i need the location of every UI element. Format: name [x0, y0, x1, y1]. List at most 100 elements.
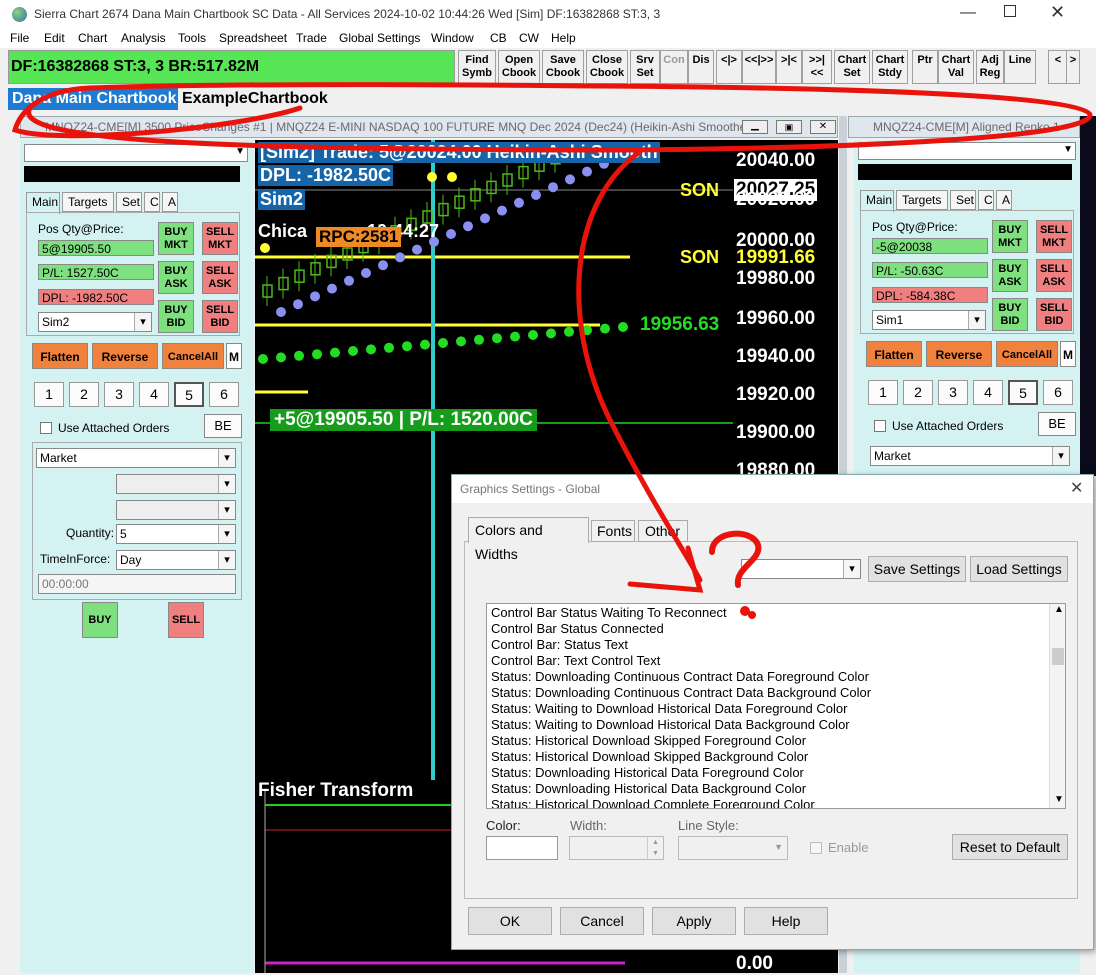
panel-tab-targets[interactable]: Targets — [62, 192, 114, 212]
cancel-all-button[interactable]: CancelAll — [162, 343, 224, 369]
list-item[interactable]: Status: Downloading Historical Data Back… — [491, 781, 806, 796]
chart-minimize-icon[interactable]: ▁ — [742, 120, 768, 134]
chart-restore-icon[interactable]: ▣ — [776, 120, 802, 134]
price-select-1[interactable] — [116, 474, 236, 494]
close-icon[interactable]: ✕ — [1050, 2, 1065, 23]
menu-item-chart[interactable]: Chart — [78, 31, 107, 45]
list-item[interactable]: Status: Downloading Continuous Contract … — [491, 669, 869, 684]
qty-button-3[interactable]: 3 — [938, 380, 968, 405]
attached-orders-checkbox[interactable] — [874, 420, 886, 432]
sell-mkt-button[interactable]: SELL MKT — [202, 222, 238, 255]
list-item[interactable]: Status: Historical Download Skipped Back… — [491, 749, 808, 764]
enable-checkbox[interactable] — [810, 842, 822, 854]
stepper-icon[interactable]: ▲ ▼ — [647, 837, 663, 859]
sell-bid-button[interactable]: SELL BID — [202, 300, 238, 333]
menu-item-trade[interactable]: Trade — [296, 31, 327, 45]
color-items-list[interactable]: Control Bar Status Waiting To Reconnect C… — [486, 603, 1066, 809]
list-item[interactable]: Status: Downloading Continuous Contract … — [491, 685, 871, 700]
sell-ask-button[interactable]: SELL ASK — [202, 261, 238, 294]
right-symbol-select[interactable]: ▼ — [858, 142, 1076, 160]
menu-item-window[interactable]: Window — [431, 31, 474, 45]
list-item[interactable]: Control Bar: Text Control Text — [491, 653, 660, 668]
time-field[interactable]: 00:00:00 — [38, 574, 236, 594]
m-button[interactable]: M — [1060, 341, 1076, 367]
be-button[interactable]: BE — [1038, 412, 1076, 436]
qty-button-4[interactable]: 4 — [139, 382, 169, 407]
panel-tab-targets[interactable]: Targets — [896, 190, 948, 210]
panel-tab-main[interactable]: Main — [26, 192, 60, 214]
minimize-icon[interactable]: — — [960, 4, 976, 22]
list-item[interactable]: Status: Downloading Historical Data Fore… — [491, 765, 804, 780]
sell-bid-button[interactable]: SELL BID — [1036, 298, 1072, 331]
toolbar-button-8[interactable]: <<|>> — [742, 50, 776, 84]
apply-button[interactable]: Apply — [652, 907, 736, 935]
maximize-icon[interactable] — [1004, 5, 1016, 17]
toolbar-button-1[interactable]: Open Cbook — [498, 50, 540, 84]
buy-bid-button[interactable]: BUY BID — [992, 298, 1028, 331]
qty-button-1[interactable]: 1 — [34, 382, 64, 407]
attached-orders-checkbox[interactable] — [40, 422, 52, 434]
menu-item-cb[interactable]: CB — [490, 31, 507, 45]
line-style-select[interactable]: ▼ — [678, 836, 788, 860]
dialog-titlebar[interactable]: Graphics Settings - Global ✕ — [452, 475, 1093, 503]
panel-tab-c[interactable]: C — [978, 190, 994, 210]
toolbar-button-11[interactable]: Chart Set — [834, 50, 870, 84]
toolbar-button-2[interactable]: Save Cbook — [542, 50, 584, 84]
toolbar-button-13[interactable]: Ptr — [912, 50, 938, 84]
menu-item-tools[interactable]: Tools — [178, 31, 206, 45]
qty-button-3[interactable]: 3 — [104, 382, 134, 407]
color-swatch[interactable] — [486, 836, 558, 860]
scroll-up-icon[interactable]: ▲ — [1054, 604, 1064, 615]
qty-button-6[interactable]: 6 — [1043, 380, 1073, 405]
sell-button[interactable]: SELL — [168, 602, 204, 638]
toolbar-button-18[interactable]: > — [1066, 50, 1080, 84]
list-scrollbar[interactable]: ▲ ▼ — [1049, 604, 1065, 808]
scroll-down-icon[interactable]: ▼ — [1054, 794, 1064, 805]
panel-tab-a[interactable]: A — [162, 192, 178, 212]
menu-item-help[interactable]: Help — [551, 31, 576, 45]
reverse-button[interactable]: Reverse — [926, 341, 992, 367]
reverse-button[interactable]: Reverse — [92, 343, 158, 369]
width-stepper[interactable]: ▲ ▼ — [569, 836, 664, 860]
panel-tab-main[interactable]: Main — [860, 190, 894, 212]
list-item[interactable]: Status: Waiting to Download Historical D… — [491, 717, 850, 732]
order-type-select[interactable]: Market — [870, 446, 1070, 466]
menu-item-cw[interactable]: CW — [519, 31, 539, 45]
list-item[interactable]: Control Bar: Status Text — [491, 637, 628, 652]
list-item[interactable]: Control Bar Status Waiting To Reconnect — [491, 605, 727, 620]
menu-item-edit[interactable]: Edit — [44, 31, 65, 45]
dialog-close-icon[interactable]: ✕ — [1070, 478, 1083, 498]
list-item[interactable]: Status: Historical Download Complete For… — [491, 797, 815, 808]
chartbook-tab-example[interactable]: ExampleChartbook — [180, 88, 340, 110]
ok-button[interactable]: OK — [468, 907, 552, 935]
left-symbol-select[interactable]: ▼ — [24, 144, 248, 162]
tif-select[interactable]: Day — [116, 550, 236, 570]
toolbar-button-4[interactable]: Srv Set — [630, 50, 660, 84]
m-button[interactable]: M — [226, 343, 242, 369]
menu-item-spreadsheet[interactable]: Spreadsheet — [219, 31, 287, 45]
scroll-thumb[interactable] — [1052, 648, 1064, 665]
right-chart-window-titlebar[interactable]: MNQZ24-CME[M] Aligned Renko 1 — [848, 116, 1080, 138]
be-button[interactable]: BE — [204, 414, 242, 438]
help-button[interactable]: Help — [744, 907, 828, 935]
toolbar-button-16[interactable]: Line — [1004, 50, 1036, 84]
panel-tab-set[interactable]: Set — [116, 192, 142, 212]
buy-mkt-button[interactable]: BUY MKT — [992, 220, 1028, 253]
flatten-button[interactable]: Flatten — [866, 341, 922, 367]
tab-colors-widths[interactable]: Colors and Widths — [468, 517, 589, 562]
buy-bid-button[interactable]: BUY BID — [158, 300, 194, 333]
toolbar-button-12[interactable]: Chart Stdy — [872, 50, 908, 84]
sell-mkt-button[interactable]: SELL MKT — [1036, 220, 1072, 253]
panel-tab-c[interactable]: C — [144, 192, 160, 212]
toolbar-button-3[interactable]: Close Cbook — [586, 50, 628, 84]
qty-button-5[interactable]: 5 — [174, 382, 204, 407]
buy-ask-button[interactable]: BUY ASK — [992, 259, 1028, 292]
left-chart-window-titlebar[interactable]: MNQZ24-CME[M] 3500 PriceChanges #1 | MNQ… — [20, 116, 838, 138]
toolbar-button-14[interactable]: Chart Val — [938, 50, 974, 84]
toolbar-button-10[interactable]: >>|<< — [802, 50, 832, 84]
quantity-select[interactable]: 5 — [116, 524, 236, 544]
toolbar-button-0[interactable]: Find Symb — [458, 50, 496, 84]
buy-button[interactable]: BUY — [82, 602, 118, 638]
account-select[interactable]: Sim1 — [872, 310, 986, 330]
toolbar-button-9[interactable]: >|< — [776, 50, 802, 84]
